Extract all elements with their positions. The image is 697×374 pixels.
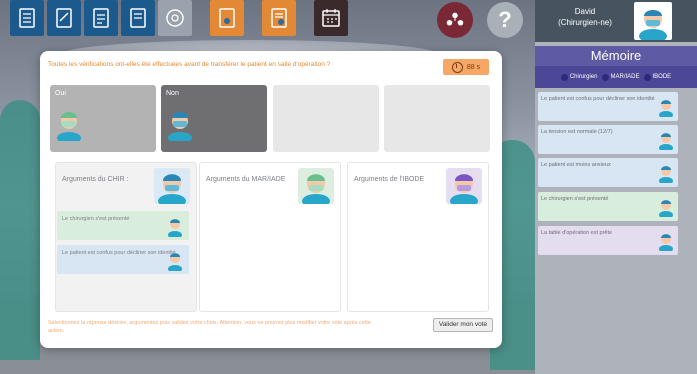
chir-avatar <box>154 168 190 208</box>
user-role: (Chirurgien-ne) <box>558 18 612 27</box>
argument-card-text: Le chirurgien s'est présenté <box>62 216 130 222</box>
checklist-2-icon[interactable] <box>121 0 155 36</box>
memory-card-text: La tension est normale (12/7) <box>541 129 613 135</box>
argument-card[interactable]: Le chirurgien s'est présenté <box>57 211 189 240</box>
checklist-icon[interactable] <box>10 0 44 36</box>
memory-card-text: Le patient est moins anxieux <box>541 162 611 168</box>
surgeon-icon <box>659 133 673 150</box>
memory-card[interactable]: Le patient est confus pour décliner son … <box>538 92 678 121</box>
surgeon-icon <box>168 253 182 271</box>
answer-label: Non <box>166 90 179 97</box>
document-icon[interactable] <box>84 0 118 36</box>
document-edit-icon[interactable] <box>47 0 81 36</box>
memory-card[interactable]: La table d'opération est prête <box>538 226 678 255</box>
memory-title: Mémoire <box>535 46 697 66</box>
surgeon-icon <box>659 100 673 117</box>
legend-dot <box>643 73 651 81</box>
legend-mar-iade: MAR/IADE <box>601 73 640 81</box>
ibode-avatar <box>446 168 482 208</box>
surgeon-icon <box>659 166 673 183</box>
mar-iade-avatar <box>298 168 334 208</box>
surgeon-icon <box>168 219 182 237</box>
staff-figure-left <box>0 100 40 360</box>
arguments-chir-title: Arguments du CHIR : <box>62 176 129 183</box>
answer-label: Oui <box>55 90 66 97</box>
team-icon[interactable] <box>437 2 473 38</box>
legend-ibode: IBODE <box>643 73 671 81</box>
surgeon-icon <box>659 234 673 251</box>
answer-oui[interactable]: Oui <box>50 85 156 152</box>
argument-card-text: Le patient est confus pour décliner son … <box>62 250 176 256</box>
timer-icon <box>451 61 463 73</box>
instructions-text: Sélectionnez la réponse désirée, argumen… <box>48 320 371 334</box>
memory-card[interactable]: La tension est normale (12/7) <box>538 125 678 154</box>
help-icon[interactable]: ? <box>487 2 523 38</box>
legend-chirurgien: Chirurgien <box>560 73 598 81</box>
memory-legend: Chirurgien MAR/IADE IBODE <box>535 66 697 88</box>
vote-dialog: Toutes les vérifications ont-elles été e… <box>40 51 502 348</box>
settings-sphere-icon[interactable] <box>158 0 192 36</box>
chir-avatar-icon <box>168 112 192 141</box>
argument-card[interactable]: Le patient est confus pour décliner son … <box>57 245 189 274</box>
memory-card[interactable]: Le patient est moins anxieux <box>538 158 678 187</box>
arguments-ibode-title: Arguments de l'IBODE <box>354 176 425 183</box>
legend-dot <box>560 73 568 81</box>
surgeon-icon <box>659 200 673 217</box>
mar-iade-avatar-icon <box>57 112 81 141</box>
user-avatar <box>634 2 672 43</box>
memory-card-text: La table d'opération est prête <box>541 230 613 236</box>
legend-dot <box>601 73 609 81</box>
patient-file-icon[interactable] <box>210 0 244 36</box>
arguments-ibode-column: Arguments de l'IBODE <box>347 162 489 312</box>
arguments-chir-column: Arguments du CHIR : Le chirurgien s'est … <box>55 162 197 312</box>
memory-card-text: Le patient est confus pour décliner son … <box>541 96 655 102</box>
arguments-mar-iade-title: Arguments du MAR/IADE <box>206 176 286 183</box>
arguments-mar-iade-column: Arguments du MAR/IADE <box>199 162 341 312</box>
user-header: David (Chirurgien-ne) <box>535 0 697 43</box>
patient-file-2-icon[interactable] <box>262 0 296 36</box>
user-info: David (Chirurgien-ne) <box>535 6 635 28</box>
calendar-icon[interactable] <box>314 0 348 36</box>
validate-vote-button[interactable]: Valider mon vote <box>433 318 493 332</box>
user-name: David <box>574 7 596 16</box>
answer-non[interactable]: Non <box>161 85 267 152</box>
timer-value: 88 s <box>466 63 481 71</box>
top-toolbar: ? <box>0 0 535 42</box>
timer-badge: 88 s <box>443 59 489 75</box>
right-panel: David (Chirurgien-ne) Mémoire Chirurgien… <box>535 0 697 374</box>
question-text: Toutes les vérifications ont-elles été e… <box>48 61 331 68</box>
memory-card[interactable]: Le chirurgien s'est présenté <box>538 192 678 221</box>
answer-slot-empty <box>273 85 379 152</box>
memory-card-text: Le chirurgien s'est présenté <box>541 196 609 202</box>
answer-slot-empty <box>384 85 490 152</box>
